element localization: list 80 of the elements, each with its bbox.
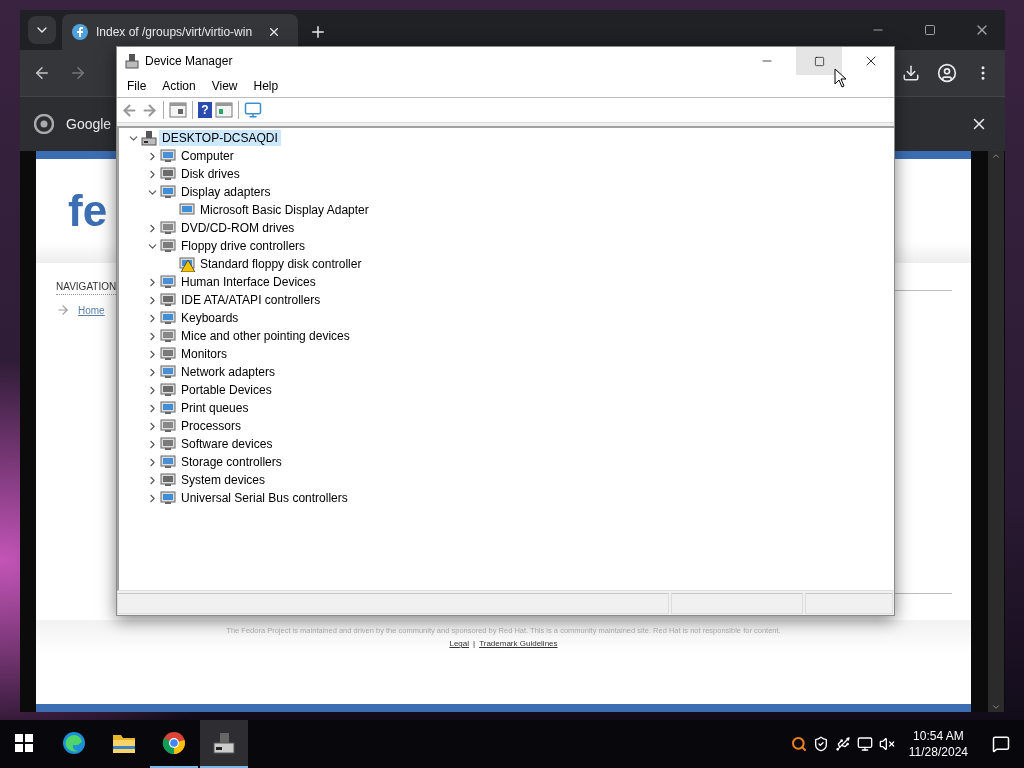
device-icon [160, 275, 176, 289]
device-icon [160, 491, 176, 505]
tree-item[interactable]: DESKTOP-DCSAQDI [159, 130, 281, 146]
network-icon[interactable] [856, 736, 873, 752]
menu-item[interactable]: Help [245, 77, 287, 95]
computer-icon [125, 53, 139, 69]
tree-item[interactable]: Microsoft Basic Display Adapter [197, 202, 372, 218]
properties-icon[interactable] [169, 102, 187, 118]
tree-item[interactable]: Network adapters [178, 364, 279, 380]
device-icon [160, 455, 176, 469]
menu-item[interactable]: Action [154, 77, 204, 95]
scroll-down-icon[interactable] [991, 702, 1001, 712]
device-icon [160, 293, 176, 307]
device-icon [160, 365, 176, 379]
shield-icon[interactable] [812, 736, 829, 752]
tree-item[interactable]: Keyboards [178, 310, 242, 326]
tree-item[interactable]: Universal Serial Bus controllers [178, 490, 351, 506]
device-icon [160, 239, 176, 253]
arrow-right-icon [56, 303, 70, 317]
usb-icon[interactable] [834, 736, 851, 752]
device-icon [160, 311, 176, 325]
device-icon [160, 167, 176, 181]
tree-item[interactable]: Computer [178, 148, 237, 164]
tree-item[interactable]: Software devices [178, 436, 276, 452]
tree-item[interactable]: Floppy drive controllers [178, 238, 309, 254]
tab-search-button[interactable] [28, 16, 56, 44]
tree-item[interactable]: DVD/CD-ROM drives [178, 220, 298, 236]
device-icon [160, 473, 176, 487]
menu-item[interactable]: View [203, 77, 246, 95]
taskbar-app[interactable] [200, 720, 248, 768]
favicon-icon [72, 24, 88, 40]
window-title: Device Manager [145, 54, 233, 68]
tree-item[interactable]: IDE ATA/ATAPI controllers [178, 292, 324, 308]
scrollbar[interactable] [988, 151, 1004, 712]
monitor-icon[interactable] [244, 101, 262, 119]
tree-item[interactable]: System devices [178, 472, 269, 488]
tree-item[interactable]: Display adapters [178, 184, 274, 200]
device-icon [160, 329, 176, 343]
properties-icon[interactable] [215, 102, 233, 118]
forward-arrow-icon[interactable] [141, 101, 158, 119]
windows-logo-icon [15, 734, 33, 752]
device-icon [160, 437, 176, 451]
tree-item[interactable]: Storage controllers [178, 454, 285, 470]
tree-item[interactable]: Standard floppy disk controller [197, 256, 365, 272]
tree-item[interactable]: Portable Devices [178, 382, 275, 398]
device-icon [160, 347, 176, 361]
device-icon [160, 149, 176, 163]
infobar-text: Google [66, 116, 112, 132]
folder-icon [112, 732, 136, 754]
tree-item[interactable]: Monitors [178, 346, 230, 362]
menu-item[interactable]: File [119, 77, 155, 95]
browser-tab[interactable]: Index of /groups/virt/virtio-win [62, 14, 299, 50]
volume-muted-icon[interactable] [878, 736, 895, 752]
back-arrow-icon[interactable] [121, 101, 138, 119]
home-link[interactable]: Home [78, 304, 105, 316]
tree-item[interactable]: Mice and other pointing devices [178, 328, 353, 344]
footer-link[interactable]: Legal [449, 639, 470, 648]
tree-item[interactable]: Human Interface Devices [178, 274, 319, 290]
site-logo: fe [68, 186, 108, 236]
clock[interactable]: 10:54 AM 11/28/2024 [900, 729, 976, 759]
computer-icon [141, 130, 157, 146]
device-icon [160, 383, 176, 397]
device-icon [160, 419, 176, 433]
edge-icon [62, 731, 86, 755]
chrome-logo-icon [34, 114, 54, 134]
computer-icon [212, 731, 236, 755]
device-icon [160, 221, 176, 235]
help-icon[interactable]: ? [198, 102, 212, 118]
footer-link[interactable]: Trademark Guidelines [479, 639, 558, 648]
tree-item[interactable]: Print queues [178, 400, 252, 416]
device-icon [160, 185, 176, 199]
chrome-icon [162, 731, 186, 755]
scroll-up-icon[interactable] [991, 151, 1001, 161]
notification-icon[interactable] [992, 735, 1010, 753]
separator-text: | [473, 639, 476, 648]
maximize-icon[interactable] [796, 47, 842, 75]
tree-item[interactable]: Disk drives [178, 166, 243, 182]
search-icon[interactable] [790, 736, 807, 752]
tree-item[interactable]: Processors [178, 418, 245, 434]
device-icon [160, 401, 176, 415]
